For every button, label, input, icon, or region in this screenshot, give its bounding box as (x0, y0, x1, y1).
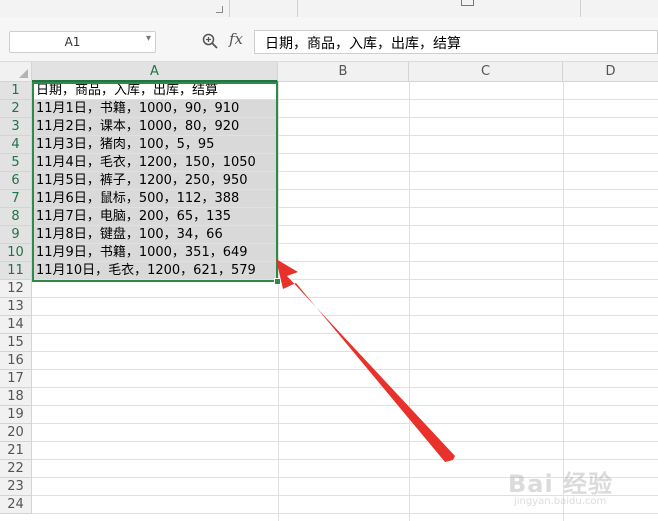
formula-input[interactable]: 日期，商品，入库，出库，结算 (254, 30, 658, 54)
formula-bar: A1 ▾ fx 日期，商品，入库，出库，结算 (0, 17, 658, 62)
ribbon-separator (580, 0, 581, 17)
row-header[interactable]: 6 (0, 172, 32, 190)
name-box[interactable]: A1 ▾ (9, 31, 156, 53)
row-header[interactable]: 16 (0, 352, 32, 370)
row-header[interactable]: 4 (0, 136, 32, 154)
ribbon-separator (297, 0, 298, 17)
watermark-logo: Bai 经验 (508, 470, 614, 498)
row-header[interactable]: 17 (0, 370, 32, 388)
row-header[interactable]: 24 (0, 496, 32, 514)
row-gridline (32, 297, 658, 298)
select-all-corner[interactable] (0, 62, 32, 82)
zoom-icon[interactable] (202, 33, 218, 49)
select-all-icon (19, 69, 28, 78)
row-header[interactable]: 21 (0, 442, 32, 460)
row-header[interactable]: 12 (0, 280, 32, 298)
row-gridline (32, 387, 658, 388)
row-gridline (32, 351, 658, 352)
cell-a3[interactable]: 11月2日，课本，1000，80，920 (33, 118, 277, 135)
formula-content: 日期，商品，入库，出库，结算 (265, 36, 461, 52)
fill-handle[interactable] (274, 278, 281, 285)
row-header[interactable]: 22 (0, 460, 32, 478)
row-header[interactable]: 2 (0, 100, 32, 118)
watermark-url: jingyan.baidu.com (514, 496, 607, 507)
cell-a6[interactable]: 11月5日，裤子，1200，250，950 (33, 172, 277, 189)
chevron-down-icon[interactable]: ▾ (146, 33, 151, 44)
ribbon-icon[interactable] (461, 0, 474, 6)
row-header[interactable]: 19 (0, 406, 32, 424)
row-header[interactable]: 14 (0, 316, 32, 334)
cell-a8[interactable]: 11月7日，电脑，200，65，135 (33, 208, 277, 225)
row-gridline (32, 513, 658, 514)
row-header[interactable]: 15 (0, 334, 32, 352)
row-header[interactable]: 3 (0, 118, 32, 136)
column-gridline (563, 82, 564, 521)
row-header[interactable]: 7 (0, 190, 32, 208)
row-header[interactable]: 11 (0, 262, 32, 280)
column-header-d[interactable]: D (563, 62, 658, 82)
row-gridline (32, 441, 658, 442)
cell-a2[interactable]: 11月1日，书籍，1000，90，910 (33, 100, 277, 117)
ribbon-separator (229, 0, 230, 17)
spreadsheet-grid[interactable]: A B C D 1 2 3 4 5 6 7 8 9 10 11 12 13 14 15 16 17 18 19 20 2… (0, 62, 658, 521)
row-header[interactable]: 10 (0, 244, 32, 262)
row-header[interactable]: 9 (0, 226, 32, 244)
row-gridline (32, 279, 658, 280)
cell-a1[interactable]: 日期，商品，入库，出库，结算 (33, 82, 277, 99)
row-header[interactable]: 20 (0, 424, 32, 442)
row-gridline (32, 405, 658, 406)
column-header-c[interactable]: C (409, 62, 563, 82)
insert-function-button[interactable]: fx (229, 30, 243, 48)
row-header[interactable]: 8 (0, 208, 32, 226)
column-header-b[interactable]: B (278, 62, 409, 82)
cell-a4[interactable]: 11月3日，猪肉，100，5，95 (33, 136, 277, 153)
row-gridline (32, 459, 658, 460)
row-gridline (32, 315, 658, 316)
row-header[interactable]: 18 (0, 388, 32, 406)
ribbon-strip (0, 0, 658, 18)
cell-a11[interactable]: 11月10日，毛衣，1200，621，579 (33, 262, 277, 279)
row-header[interactable]: 1 (0, 82, 32, 100)
row-gridline (32, 369, 658, 370)
row-gridline (32, 333, 658, 334)
row-header[interactable]: 23 (0, 478, 32, 496)
cell-a9[interactable]: 11月8日，键盘，100，34，66 (33, 226, 277, 243)
cell-a10[interactable]: 11月9日，书籍，1000，351，649 (33, 244, 277, 261)
name-box-value: A1 (64, 35, 81, 49)
column-header-a[interactable]: A (32, 62, 278, 82)
row-gridline (32, 423, 658, 424)
cell-a7[interactable]: 11月6日，鼠标，500，112，388 (33, 190, 277, 207)
dialog-launcher-icon[interactable] (216, 6, 223, 13)
column-gridline (409, 82, 410, 521)
row-header[interactable]: 5 (0, 154, 32, 172)
column-gridline (278, 82, 279, 521)
row-header[interactable]: 13 (0, 298, 32, 316)
cell-a5[interactable]: 11月4日，毛衣，1200，150，1050 (33, 154, 277, 171)
watermark: Bai 经验 jingyan.baidu.com (508, 462, 648, 512)
